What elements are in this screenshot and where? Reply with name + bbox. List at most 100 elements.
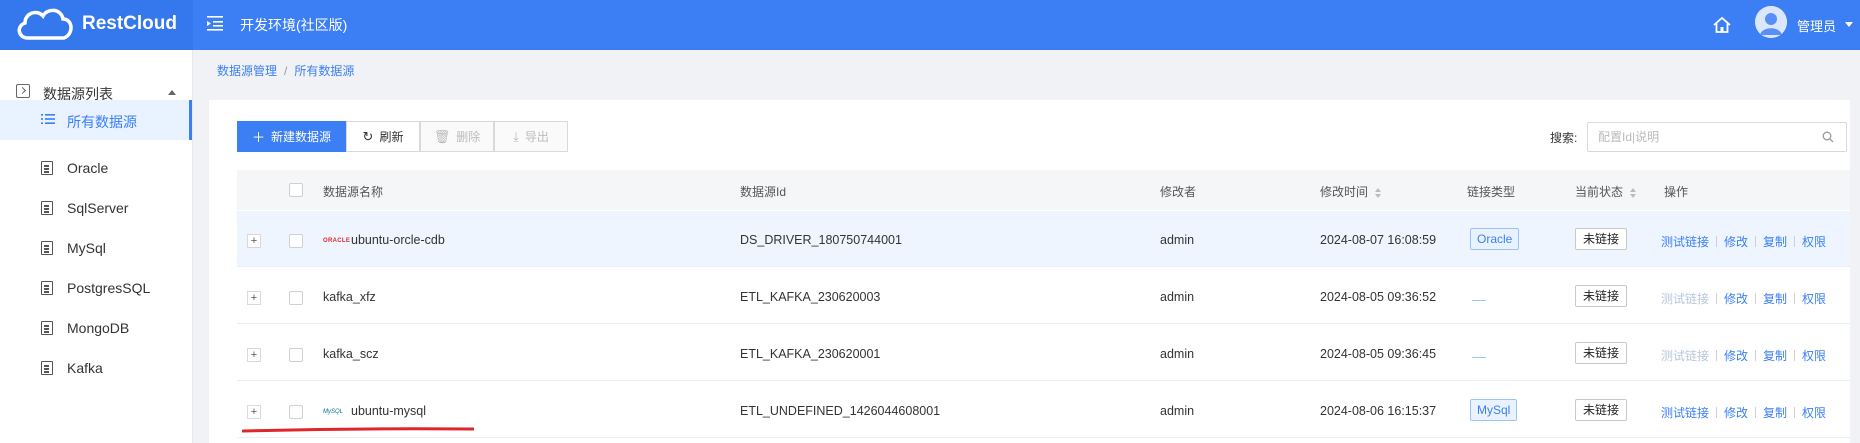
modified-time: 2024-08-05 09:36:45 <box>1320 347 1437 361</box>
status-badge: 未链接 <box>1575 342 1628 364</box>
sidebar-item-label: Oracle <box>67 160 109 176</box>
copy-action[interactable]: 复制 <box>1763 292 1787 306</box>
refresh-label: 刷新 <box>379 130 404 144</box>
sidebar-item-label: Kafka <box>67 360 103 376</box>
modifier: admin <box>1160 290 1195 304</box>
modified-time: 2024-08-05 09:36:52 <box>1320 290 1437 304</box>
new-datasource-label: 新建数据源 <box>271 130 332 144</box>
document-icon <box>41 161 53 175</box>
edit-action[interactable]: 修改 <box>1724 292 1748 306</box>
permission-action[interactable]: 权限 <box>1802 406 1826 420</box>
sidebar-item-kafka[interactable]: Kafka <box>0 348 192 388</box>
datasource-id: DS_DRIVER_180750744001 <box>740 233 902 247</box>
expand-row-button[interactable]: + <box>247 291 261 305</box>
export-button[interactable]: ⤓ 导出 <box>494 121 568 152</box>
datasource-name-text: ubuntu-mysql <box>351 404 427 418</box>
copy-action[interactable]: 复制 <box>1763 235 1787 249</box>
datasource-name[interactable]: kafka_scz <box>323 347 379 361</box>
expand-row-button[interactable]: + <box>247 234 261 248</box>
document-icon <box>41 361 53 375</box>
delete-label: 删除 <box>456 130 481 144</box>
breadcrumb-separator: / <box>284 64 288 78</box>
modifier: admin <box>1160 347 1195 361</box>
action-divider <box>1794 350 1796 361</box>
export-icon: ⤓ <box>513 128 519 144</box>
row-checkbox[interactable] <box>289 405 303 419</box>
terminal-icon <box>16 84 30 98</box>
brand-logo[interactable]: RestCloud <box>0 0 193 50</box>
expand-row-button[interactable]: + <box>247 348 261 362</box>
plus-icon: ＋ <box>251 130 265 145</box>
cloud-logo-icon <box>17 8 73 40</box>
breadcrumb-current: 所有数据源 <box>294 64 355 78</box>
column-header-modifier: 修改者 <box>1160 185 1197 199</box>
datasource-name[interactable]: kafka_xfz <box>323 290 376 304</box>
action-divider <box>1716 293 1718 304</box>
document-icon <box>41 241 53 255</box>
sidebar-item-oracle[interactable]: Oracle <box>0 148 192 188</box>
column-header-status[interactable]: 当前状态 <box>1575 183 1637 200</box>
environment-title[interactable]: 开发环境(社区版) <box>240 15 347 35</box>
row-checkbox[interactable] <box>289 234 303 248</box>
row-actions: 测试链接 修改 复制 权限 <box>1661 290 1826 307</box>
link-type-tag: MySql <box>1470 399 1518 421</box>
user-menu-caret-icon[interactable] <box>1845 22 1853 27</box>
new-datasource-button[interactable]: ＋ 新建数据源 <box>237 121 346 152</box>
sidebar-item-sqlserver[interactable]: SqlServer <box>0 188 192 228</box>
action-divider <box>1794 236 1796 247</box>
datasource-id: ETL_UNDEFINED_1426044608001 <box>740 404 941 418</box>
sidebar-item-all-datasources[interactable]: 所有数据源 <box>0 100 192 140</box>
search-input[interactable] <box>1587 122 1847 152</box>
sidebar-item-mongodb[interactable]: MongoDB <box>0 308 192 348</box>
test-link-action[interactable]: 测试链接 <box>1661 406 1709 420</box>
delete-button[interactable]: 🗑 删除 <box>420 121 494 152</box>
copy-action[interactable]: 复制 <box>1763 406 1787 420</box>
user-name[interactable]: 管理员 <box>1797 16 1836 35</box>
permission-action[interactable]: 权限 <box>1802 235 1826 249</box>
search-label: 搜索: <box>1550 131 1578 145</box>
column-header-modified-time[interactable]: 修改时间 <box>1320 183 1382 200</box>
table-row[interactable]: + MySQL ubuntu-mysql ETL_UNDEFINED_142604… <box>237 382 1850 438</box>
row-checkbox[interactable] <box>289 348 303 362</box>
test-link-action[interactable]: 测试链接 <box>1661 235 1709 249</box>
datasource-id: ETL_KAFKA_230620003 <box>740 290 881 304</box>
expand-row-button[interactable]: + <box>247 405 261 419</box>
column-header-status-label: 当前状态 <box>1575 185 1624 199</box>
table-row[interactable]: + ORACLEubuntu-orcle-cdb DS_DRIVER_18075… <box>237 211 1850 267</box>
select-all-checkbox[interactable] <box>289 183 303 197</box>
sidebar-item-mysql[interactable]: MySql <box>0 228 192 268</box>
column-header-modified-time-label: 修改时间 <box>1320 185 1369 199</box>
modifier: admin <box>1160 404 1195 418</box>
home-icon[interactable] <box>1712 15 1732 35</box>
menu-toggle-icon[interactable] <box>207 14 223 32</box>
trash-icon: 🗑 <box>433 128 451 144</box>
refresh-button[interactable]: ↻ 刷新 <box>346 121 420 152</box>
edit-action[interactable]: 修改 <box>1724 349 1748 363</box>
permission-action[interactable]: 权限 <box>1802 349 1826 363</box>
link-type-tag: Oracle <box>1470 228 1520 250</box>
sort-icon[interactable] <box>1375 187 1382 198</box>
column-header-id: 数据源Id <box>740 185 787 199</box>
copy-action[interactable]: 复制 <box>1763 349 1787 363</box>
datasource-name[interactable]: ORACLEubuntu-orcle-cdb <box>323 233 445 247</box>
avatar-person-icon <box>1755 6 1787 38</box>
permission-action[interactable]: 权限 <box>1802 292 1826 306</box>
column-header-actions: 操作 <box>1664 185 1689 199</box>
red-underline-annotation <box>242 427 474 433</box>
breadcrumb-parent[interactable]: 数据源管理 <box>217 64 277 78</box>
edit-action[interactable]: 修改 <box>1724 235 1748 249</box>
sort-icon[interactable] <box>1630 187 1637 198</box>
search-icon[interactable] <box>1822 131 1834 143</box>
action-divider <box>1755 350 1757 361</box>
edit-action[interactable]: 修改 <box>1724 406 1748 420</box>
row-checkbox[interactable] <box>289 291 303 305</box>
sidebar: 数据源列表 所有数据源 Oracle SqlServer MySql Postg… <box>0 50 193 443</box>
row-actions: 测试链接 修改 复制 权限 <box>1661 347 1826 364</box>
table-row[interactable]: + kafka_xfz ETL_KAFKA_230620003 admin 20… <box>237 268 1850 324</box>
sidebar-item-postgressql[interactable]: PostgresSQL <box>0 268 192 308</box>
action-divider <box>1716 407 1718 418</box>
user-avatar[interactable] <box>1755 6 1787 38</box>
table-row[interactable]: + kafka_scz ETL_KAFKA_230620001 admin 20… <box>237 325 1850 381</box>
datasource-name[interactable]: MySQL ubuntu-mysql <box>323 404 426 418</box>
export-label: 导出 <box>524 130 549 144</box>
